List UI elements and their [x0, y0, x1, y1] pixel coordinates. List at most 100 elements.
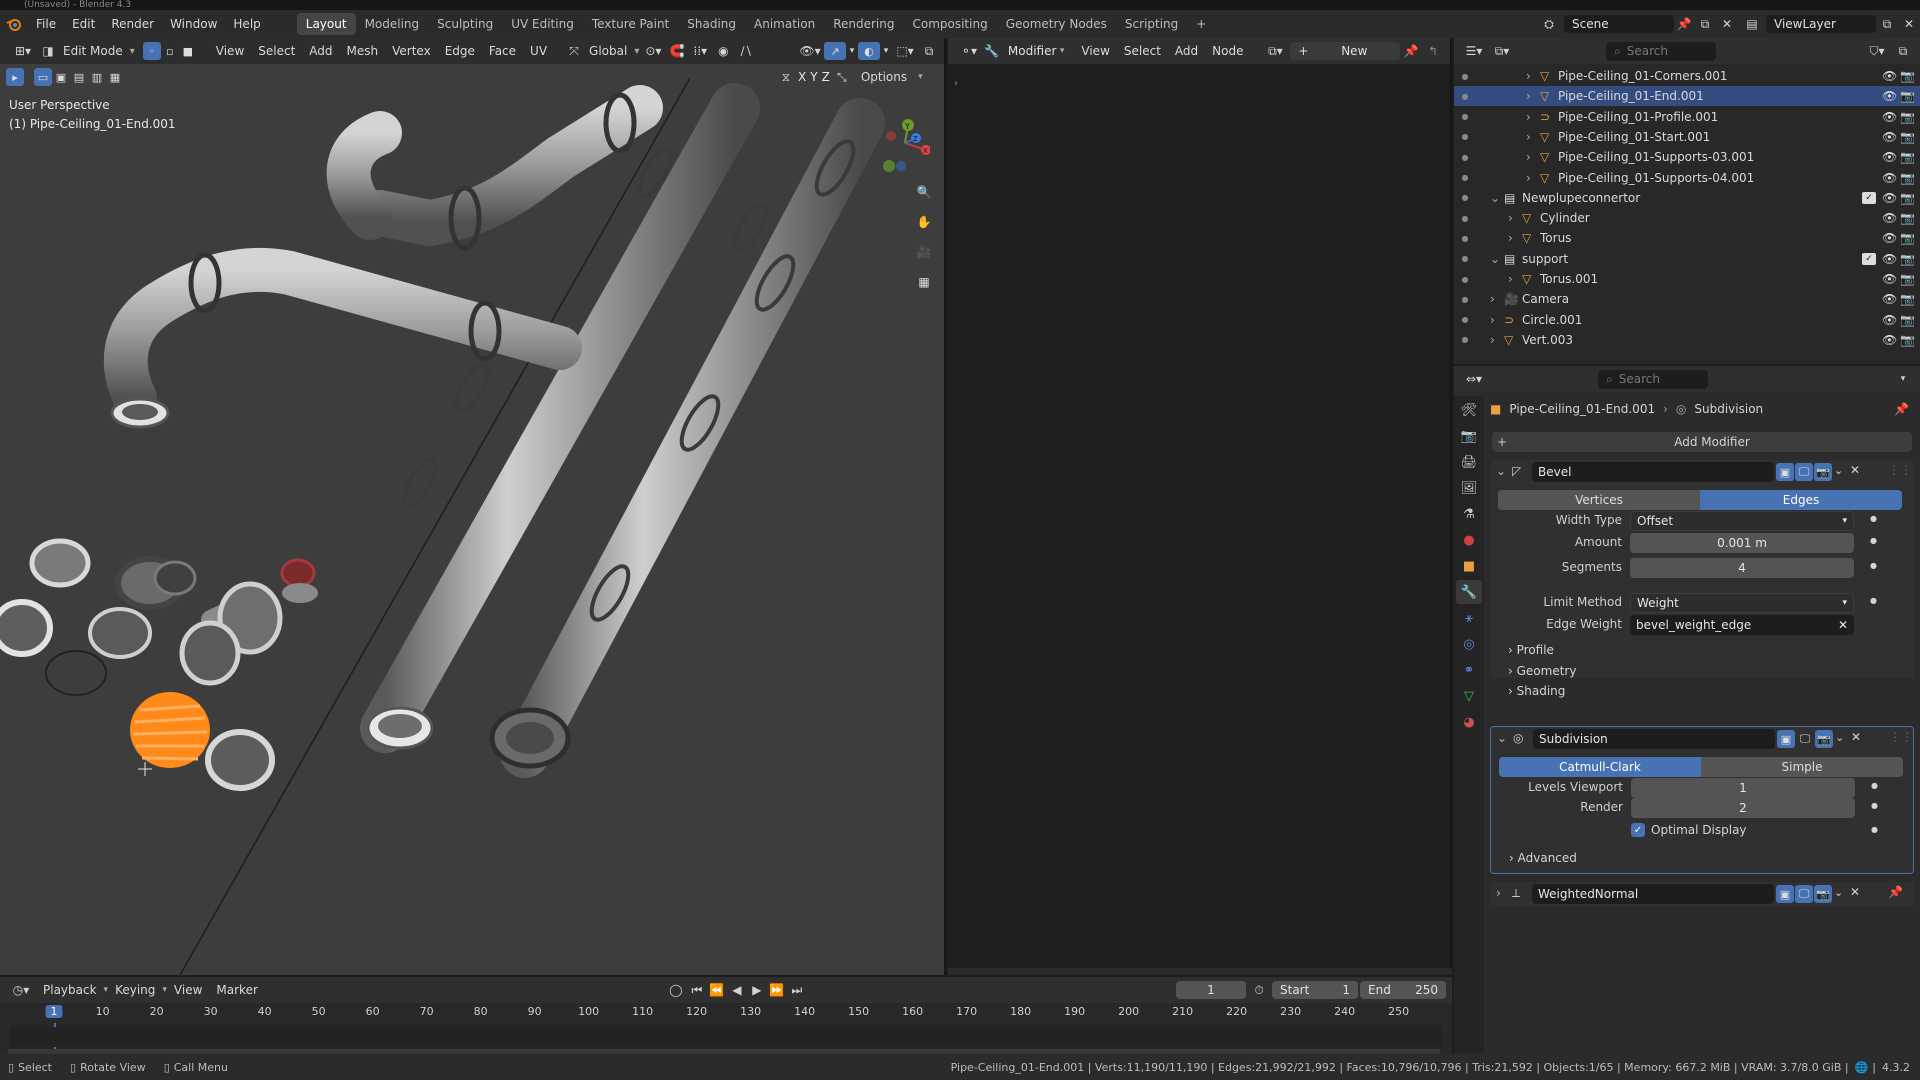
outliner-row[interactable]: ● › ⊃ Pipe-Ceiling_01-Profile.001 👁 📷: [1454, 107, 1920, 127]
render-camera-icon[interactable]: 📷: [1900, 272, 1920, 286]
timeline-menu-marker[interactable]: Marker: [209, 981, 264, 999]
width-type-keyframe-icon[interactable]: ●: [1870, 514, 1877, 523]
visibility-eye-icon[interactable]: 👁: [1882, 252, 1900, 266]
expand-chevron-icon[interactable]: ›: [1508, 211, 1522, 225]
edit-mode-dot-icon[interactable]: ●: [1458, 295, 1472, 304]
parent-node-tree-icon[interactable]: ↰: [1422, 44, 1444, 58]
select-mode-intersect-icon[interactable]: ▦: [106, 68, 124, 86]
transform-orientation-selector[interactable]: Global: [582, 42, 634, 60]
subdivision-render-toggle-icon[interactable]: 📷: [1815, 730, 1833, 748]
snap-icon[interactable]: 🧲: [667, 44, 687, 58]
menu-view[interactable]: View: [209, 42, 251, 60]
outliner-row[interactable]: ● › ▽ Torus.001 👁 📷: [1454, 269, 1920, 289]
render-camera-icon[interactable]: 📷: [1900, 89, 1920, 103]
node-editor-type-icon[interactable]: ⚬▾: [954, 44, 984, 58]
expand-chevron-icon[interactable]: ›: [1490, 333, 1504, 347]
width-type-dropdown[interactable]: Offset ▾: [1630, 511, 1854, 531]
edit-mode-dot-icon[interactable]: ●: [1458, 275, 1472, 284]
outliner-row[interactable]: ● › ▽ Pipe-Ceiling_01-End.001 👁 📷: [1454, 86, 1920, 107]
bevel-subpanel-profile[interactable]: › Profile: [1508, 643, 1554, 657]
gizmo-dropdown-icon[interactable]: ▾: [846, 46, 858, 56]
outliner-row[interactable]: ● › ⊃ Circle.001 👁 📷: [1454, 310, 1920, 330]
expand-chevron-icon[interactable]: ›: [1526, 89, 1540, 103]
bevel-subpanel-geometry[interactable]: › Geometry: [1508, 664, 1576, 678]
exclude-checkbox-icon[interactable]: ✓: [1862, 252, 1876, 265]
optimal-display-keyframe-icon[interactable]: ●: [1871, 825, 1878, 834]
outliner-editor-type-icon[interactable]: ☰▾: [1460, 44, 1488, 58]
outliner-row[interactable]: ● › ▽ Pipe-Ceiling_01-Supports-03.001 👁 📷: [1454, 147, 1920, 167]
edit-mode-dot-icon[interactable]: ●: [1458, 193, 1472, 202]
jump-keyframe-back-icon[interactable]: ⏪: [707, 983, 727, 997]
expand-chevron-icon[interactable]: ›: [1508, 272, 1522, 286]
timeline-editor-type-icon[interactable]: ◷▾: [6, 983, 36, 997]
edit-mode-dot-icon[interactable]: ●: [1458, 254, 1472, 263]
expand-chevron-icon[interactable]: ›: [1508, 231, 1522, 245]
bevel-editmode-toggle-icon[interactable]: ▣: [1776, 463, 1794, 481]
play-icon[interactable]: ▶: [747, 983, 767, 997]
menu-uv[interactable]: UV: [523, 42, 554, 60]
3d-viewport[interactable]: ⊞▾ ◨ Edit Mode ▾ ◦ ▫ ■ View Select Add M…: [0, 38, 946, 975]
viewport-scene[interactable]: [0, 38, 946, 975]
tab-animation[interactable]: Animation: [745, 13, 824, 35]
bevel-subpanel-shading[interactable]: › Shading: [1508, 684, 1565, 698]
edit-mode-dot-icon[interactable]: ●: [1458, 173, 1472, 182]
object-tab-icon[interactable]: ■: [1456, 554, 1482, 578]
outliner-row[interactable]: ● › ▽ Torus 👁 📷: [1454, 228, 1920, 248]
levels-viewport-keyframe-icon[interactable]: ●: [1871, 781, 1878, 790]
filter-icon[interactable]: ⛉▾: [1862, 44, 1892, 59]
timeline-track-area[interactable]: [10, 1027, 1442, 1047]
editor-type-icon[interactable]: ⊞▾: [6, 44, 40, 58]
segments-keyframe-icon[interactable]: ●: [1870, 561, 1877, 570]
overlay-dropdown-icon[interactable]: ▾: [880, 46, 892, 56]
bevel-tab-edges[interactable]: Edges: [1700, 490, 1902, 510]
outliner-row[interactable]: ● › ▽ Pipe-Ceiling_01-Corners.001 👁 📷: [1454, 66, 1920, 86]
timeline-menu-view[interactable]: View: [167, 981, 209, 999]
render-camera-icon[interactable]: 📷: [1900, 191, 1920, 205]
falloff-icon[interactable]: ∕∖: [733, 44, 759, 58]
pan-hand-icon[interactable]: ✋: [912, 210, 936, 234]
tab-compositing[interactable]: Compositing: [903, 13, 996, 35]
subdivision-viewport-toggle-icon[interactable]: 🖵: [1796, 730, 1814, 748]
select-mode-invert-icon[interactable]: ▥: [88, 68, 106, 86]
gizmo-toggle-icon[interactable]: ↗: [824, 42, 846, 60]
edit-mode-dot-icon[interactable]: ●: [1458, 72, 1472, 81]
visibility-eye-icon[interactable]: 👁: [1882, 231, 1900, 245]
scene-selector[interactable]: Scene: [1564, 15, 1674, 33]
overlay-toggle-icon[interactable]: ◐: [858, 42, 880, 60]
render-levels-keyframe-icon[interactable]: ●: [1871, 801, 1878, 810]
bevel-name-field[interactable]: Bevel: [1532, 462, 1774, 482]
mirror-icon[interactable]: ⧖: [778, 70, 794, 85]
expand-chevron-icon[interactable]: ›: [1490, 292, 1504, 306]
visibility-eye-icon[interactable]: 👁: [1882, 313, 1900, 327]
menu-window[interactable]: Window: [162, 17, 225, 31]
menu-help[interactable]: Help: [225, 17, 268, 31]
render-camera-icon[interactable]: 📷: [1900, 333, 1920, 347]
outliner-row[interactable]: ● › 🎥 Camera 👁 📷: [1454, 289, 1920, 309]
node-menu-add[interactable]: Add: [1168, 42, 1205, 60]
subdivision-subpanel-advanced[interactable]: › Advanced: [1509, 851, 1577, 865]
pin-properties-icon[interactable]: 📌: [1894, 402, 1909, 416]
outliner-row[interactable]: ● ⌄ ▤ Newplupeconnertor ✓ 👁 📷: [1454, 188, 1920, 208]
render-camera-icon[interactable]: 📷: [1900, 252, 1920, 266]
ortho-toggle-icon[interactable]: ▦: [912, 270, 936, 294]
tab-geometry-nodes[interactable]: Geometry Nodes: [997, 13, 1116, 35]
expand-chevron-icon[interactable]: ›: [1526, 130, 1540, 144]
timeline-menu-keying[interactable]: Keying: [108, 981, 162, 999]
mode-selector[interactable]: Edit Mode: [56, 42, 130, 60]
outliner-row[interactable]: ● › ▽ Pipe-Ceiling_01-Start.001 👁 📷: [1454, 127, 1920, 147]
world-tab-icon[interactable]: ●: [1456, 528, 1482, 552]
limit-method-dropdown[interactable]: Weight ▾: [1630, 593, 1854, 613]
zoom-icon[interactable]: 🔍: [912, 180, 936, 204]
menu-vertex[interactable]: Vertex: [385, 42, 438, 60]
timeline[interactable]: ◷▾ Playback ▾ Keying ▾ View Marker ◯ ⏮ ⏪…: [0, 977, 1452, 1054]
jump-end-icon[interactable]: ⏭: [787, 983, 807, 998]
bevel-drag-handle-icon[interactable]: ⋮⋮: [1888, 463, 1912, 477]
display-mode-icon[interactable]: ⧉▾: [1488, 44, 1516, 59]
edge-weight-field[interactable]: bevel_weight_edge ✕: [1630, 615, 1854, 635]
menu-add[interactable]: Add: [302, 42, 339, 60]
bevel-menu-icon[interactable]: ⌄: [1834, 464, 1843, 477]
subdivision-name-field[interactable]: Subdivision: [1533, 729, 1775, 749]
render-camera-icon[interactable]: 📷: [1900, 231, 1920, 245]
render-camera-icon[interactable]: 📷: [1900, 292, 1920, 306]
visibility-eye-icon[interactable]: 👁: [1882, 89, 1900, 103]
